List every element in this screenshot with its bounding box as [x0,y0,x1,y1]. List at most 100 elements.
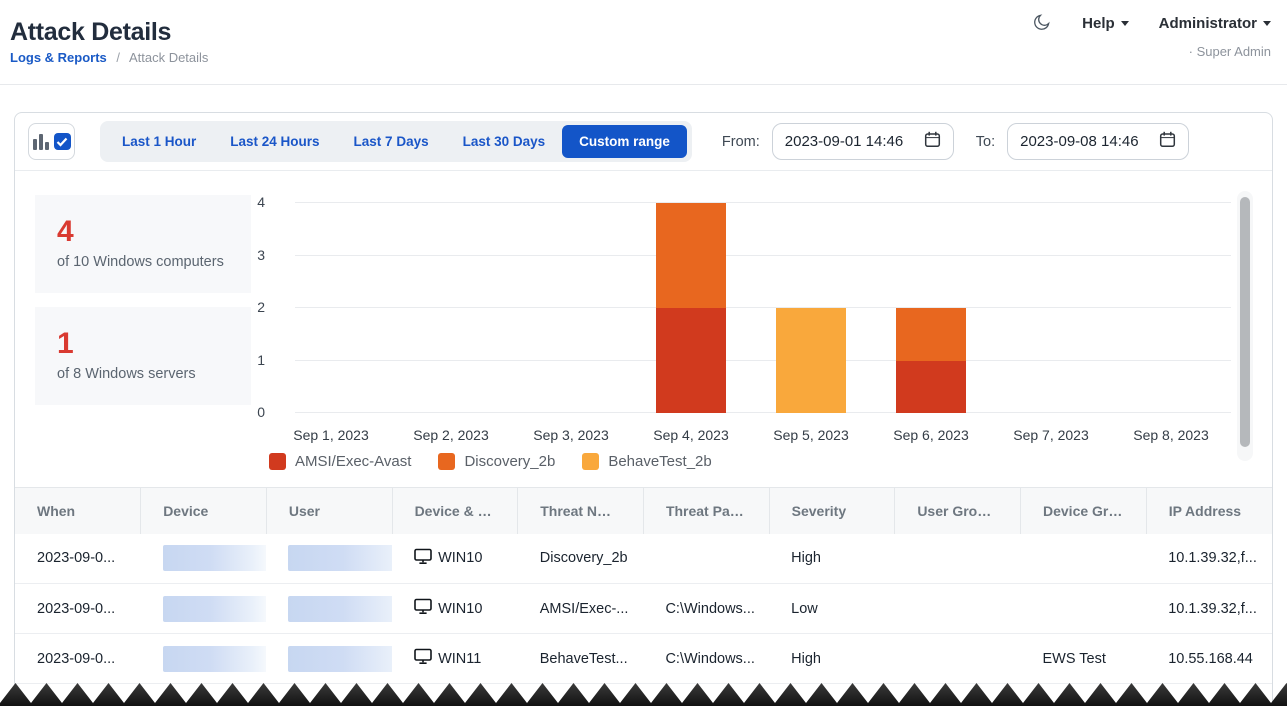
column-header-device-group[interactable]: Device Gr… [1021,488,1147,534]
cell-device [141,634,267,684]
to-date-value: 2023-09-08 14:46 [1020,133,1138,150]
legend-item-discovery-2b[interactable]: Discovery_2b [438,453,555,470]
device-os-cell: WIN10 [414,548,512,569]
column-header-threat-path[interactable]: Threat Pa… [643,488,769,534]
user-role-label: · Super Admin [1189,44,1271,59]
device-os-label: WIN10 [438,550,482,566]
column-header-device-os[interactable]: Device & … [392,488,518,534]
legend-label: AMSI/Exec-Avast [295,453,411,470]
cell-user-group [895,584,1021,634]
column-header-when[interactable]: When [15,488,141,534]
range-button-last-7-days[interactable]: Last 7 Days [337,125,446,158]
to-date-input[interactable]: 2023-09-08 14:46 [1007,123,1189,160]
chart-toggle-button[interactable] [28,123,75,160]
gridline-3 [295,255,1231,256]
column-header-ip[interactable]: IP Address [1146,488,1272,534]
x-tick-label: Sep 6, 2023 [871,427,991,443]
user-menu[interactable]: Administrator [1159,15,1271,32]
cell-user [266,584,392,634]
user-menu-label: Administrator [1159,15,1257,32]
bar-segment-amsi-exec-avast[interactable] [656,308,726,413]
table-row[interactable]: 2023-09-0...WIN11BehaveTest...C:\Windows… [15,634,1272,684]
x-tick-label: Sep 4, 2023 [631,427,751,443]
from-label: From: [722,134,760,150]
chevron-down-icon [1121,21,1129,26]
column-header-threat-name[interactable]: Threat N… [518,488,644,534]
bar-chart-icon [33,134,49,150]
cell-ip: 10.55.168.44 [1146,634,1272,684]
cell-severity: High [769,634,895,684]
breadcrumb-separator: / [116,50,120,65]
cell-device-group [1021,584,1147,634]
events-table: WhenDeviceUserDevice & …Threat N…Threat … [15,487,1272,684]
device-os-label: WIN11 [438,651,481,667]
bar-segment-amsi-exec-avast[interactable] [896,361,966,414]
legend-item-amsi-exec-avast[interactable]: AMSI/Exec-Avast [269,453,411,470]
redacted-device-value [163,646,267,672]
column-header-user-group[interactable]: User Gro… [895,488,1021,534]
cell-device-os: WIN10 [392,534,518,584]
table-row[interactable]: 2023-09-0...WIN10AMSI/Exec-...C:\Windows… [15,584,1272,634]
cell-threat-path [643,534,769,584]
range-button-last-24-hours[interactable]: Last 24 Hours [213,125,336,158]
cell-device-group [1021,534,1147,584]
range-button-last-1-hour[interactable]: Last 1 Hour [105,125,213,158]
y-tick-label: 1 [235,352,265,368]
chart-region: 4of 10 Windows computers 1of 8 Windows se… [15,171,1272,481]
calendar-icon[interactable] [1159,131,1176,152]
bar-segment-discovery-2b[interactable] [656,203,726,308]
breadcrumb-current: Attack Details [129,50,208,65]
cell-when: 2023-09-0... [15,534,141,584]
column-header-severity[interactable]: Severity [769,488,895,534]
range-button-last-30-days[interactable]: Last 30 Days [446,125,563,158]
x-tick-label: Sep 2, 2023 [391,427,511,443]
cell-device-group: EWS Test [1021,634,1147,684]
cell-severity: High [769,534,895,584]
chart-scrollbar[interactable] [1237,191,1253,461]
cell-device [141,534,267,584]
y-tick-label: 4 [235,194,265,210]
bar-segment-discovery-2b[interactable] [896,308,966,361]
dark-mode-toggle-button[interactable] [1032,12,1052,35]
chart-toolbar: Last 1 HourLast 24 HoursLast 7 DaysLast … [15,113,1272,171]
chart-visible-checkbox[interactable] [54,133,71,150]
x-tick-label: Sep 5, 2023 [751,427,871,443]
column-header-device[interactable]: Device [141,488,267,534]
bar-segment-behavetest-2b[interactable] [776,308,846,413]
legend-label: Discovery_2b [464,453,555,470]
from-date-input[interactable]: 2023-09-01 14:46 [772,123,954,160]
from-date-value: 2023-09-01 14:46 [785,133,903,150]
legend-label: BehaveTest_2b [608,453,711,470]
chart-scrollbar-thumb[interactable] [1240,197,1250,447]
range-button-custom-range[interactable]: Custom range [562,125,687,158]
x-tick-label: Sep 3, 2023 [511,427,631,443]
monitor-icon [414,548,432,569]
legend-swatch [582,453,599,470]
legend-item-behavetest-2b[interactable]: BehaveTest_2b [582,453,711,470]
torn-edge-decoration [0,680,1287,706]
breadcrumb-link-logs-reports[interactable]: Logs & Reports [10,50,107,65]
stat-caption: of 8 Windows servers [57,366,251,382]
table-row[interactable]: 2023-09-0... WIN10 Discovery_2b High 10.1.39… [15,534,1272,584]
cell-when: 2023-09-0... [15,634,141,684]
stat-box-0: 4of 10 Windows computers [35,195,251,293]
cell-when: 2023-09-0... [15,584,141,634]
stat-value: 4 [57,215,251,249]
calendar-icon[interactable] [924,131,941,152]
help-menu-label: Help [1082,15,1115,32]
cell-ip: 10.1.39.32,f... [1146,534,1272,584]
legend-swatch [269,453,286,470]
cell-ip: 10.1.39.32,f... [1146,584,1272,634]
redacted-device-value [163,545,267,571]
cell-threat-path: C:\Windows... [643,584,769,634]
cell-user [266,634,392,684]
help-menu[interactable]: Help [1082,15,1129,32]
app-header: Attack Details Logs & Reports / Attack D… [0,0,1287,85]
redacted-user-value [288,646,392,672]
x-tick-label: Sep 7, 2023 [991,427,1111,443]
cell-user-group [895,534,1021,584]
column-header-user[interactable]: User [266,488,392,534]
cell-threat-name: Discovery_2b [518,534,644,584]
attack-details-panel: Last 1 HourLast 24 HoursLast 7 DaysLast … [14,112,1273,706]
redacted-device-value [163,596,267,622]
